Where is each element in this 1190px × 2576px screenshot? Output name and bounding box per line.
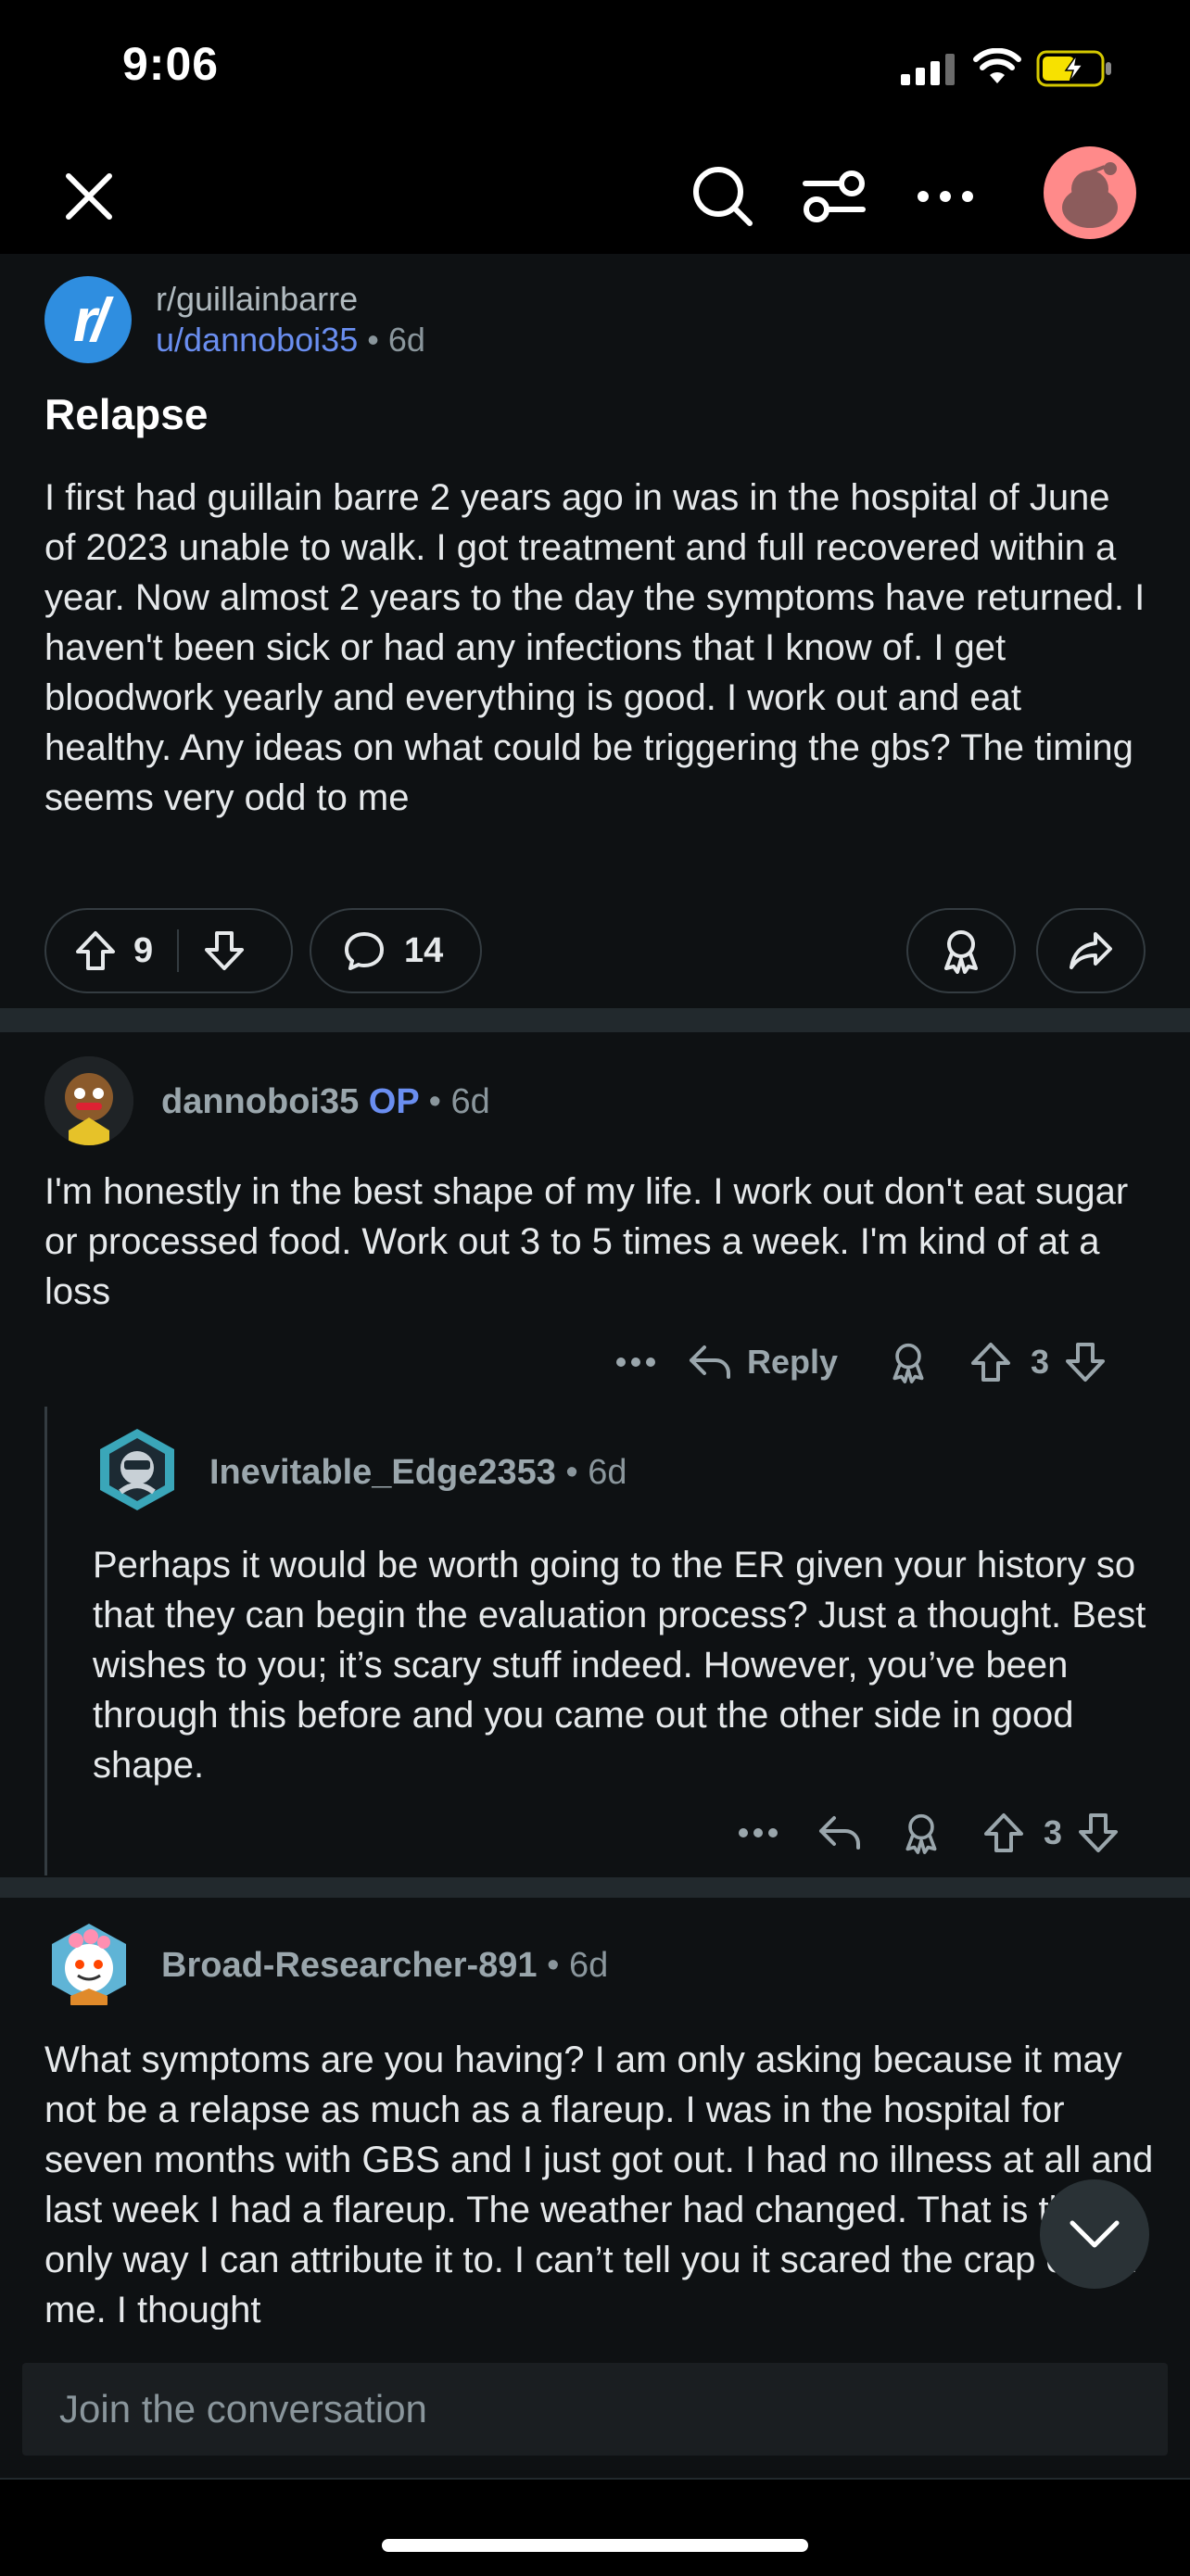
comment-avatar[interactable] bbox=[44, 1920, 133, 2009]
vote-divider bbox=[177, 929, 180, 972]
reply-icon bbox=[690, 1345, 730, 1379]
upvote-icon[interactable] bbox=[969, 1341, 1012, 1383]
meta-separator: • bbox=[565, 1453, 578, 1492]
filter-icon[interactable] bbox=[793, 156, 875, 237]
comment-username[interactable]: dannoboi35 bbox=[161, 1082, 359, 1121]
comment-username-row: dannoboi35 OP • 6d bbox=[161, 1082, 490, 1122]
comment-bubble-icon bbox=[343, 929, 386, 972]
share-icon bbox=[1070, 932, 1112, 969]
post-divider bbox=[0, 1008, 1190, 1032]
upvote-icon[interactable] bbox=[74, 929, 117, 972]
wifi-icon bbox=[973, 47, 1021, 85]
chevron-down-icon bbox=[1070, 2220, 1120, 2248]
more-options-icon[interactable] bbox=[738, 1827, 779, 1838]
comments-button[interactable]: 14 bbox=[310, 908, 482, 993]
post-author[interactable]: u/dannoboi35 bbox=[156, 321, 358, 359]
comment-body: What symptoms are you having? I am only … bbox=[44, 2039, 1154, 2330]
thread-line[interactable] bbox=[44, 1407, 47, 1875]
comment-avatar[interactable] bbox=[93, 1425, 182, 1514]
more-options-icon[interactable] bbox=[615, 1357, 656, 1368]
meta-separator: • bbox=[428, 1082, 441, 1121]
meta-separator: • bbox=[547, 1946, 560, 1985]
award-icon[interactable] bbox=[901, 1811, 942, 1855]
vote-pill: 9 bbox=[44, 908, 293, 993]
comment-body: I'm honestly in the best shape of my lif… bbox=[44, 1171, 1129, 1312]
post-age: 6d bbox=[387, 321, 425, 359]
award-button[interactable] bbox=[906, 908, 1016, 993]
meta-separator: • bbox=[367, 321, 379, 359]
post-body: I first had guillain barre 2 years ago i… bbox=[44, 477, 1146, 818]
comment-username[interactable]: Inevitable_Edge2353 bbox=[209, 1453, 556, 1492]
reply-button[interactable]: Reply bbox=[688, 1343, 838, 1382]
post-title: Relapse bbox=[44, 390, 209, 438]
bottom-bar bbox=[0, 2478, 1190, 2576]
post-meta: u/dannoboi35 • 6d bbox=[156, 321, 425, 360]
join-conversation-input[interactable]: Join the conversation bbox=[22, 2363, 1168, 2456]
post-score: 9 bbox=[133, 930, 154, 970]
comment-body-clip: What symptoms are you having? I am only … bbox=[44, 2035, 1166, 2330]
upvote-icon[interactable] bbox=[982, 1812, 1025, 1854]
comment-count: 14 bbox=[404, 930, 444, 970]
close-icon[interactable] bbox=[48, 156, 130, 237]
battery-charging-icon bbox=[1036, 50, 1114, 87]
reply-icon[interactable] bbox=[817, 1814, 862, 1851]
comment-username[interactable]: Broad-Researcher-891 bbox=[161, 1946, 538, 1985]
award-icon bbox=[944, 930, 978, 974]
reply-label: Reply bbox=[747, 1343, 839, 1381]
comment-age: 6d bbox=[588, 1453, 627, 1492]
comment-score: 3 bbox=[1044, 1813, 1063, 1851]
scroll-down-button[interactable] bbox=[1040, 2179, 1149, 2289]
user-avatar[interactable] bbox=[1044, 146, 1136, 239]
award-icon[interactable] bbox=[888, 1340, 929, 1384]
more-options-icon[interactable] bbox=[905, 156, 986, 237]
search-icon[interactable] bbox=[682, 156, 764, 237]
subreddit-name[interactable]: r/guillainbarre bbox=[156, 280, 358, 319]
home-indicator[interactable] bbox=[382, 2539, 808, 2552]
downvote-icon[interactable] bbox=[1077, 1812, 1120, 1854]
comment-actions: Reply 3 bbox=[615, 1336, 1107, 1388]
status-time: 9:06 bbox=[122, 38, 220, 90]
comment-username-row: Inevitable_Edge2353 • 6d bbox=[209, 1453, 627, 1493]
comment-body: Perhaps it would be worth going to the E… bbox=[93, 1545, 1146, 1786]
downvote-icon[interactable] bbox=[1064, 1341, 1107, 1383]
top-app-bar bbox=[0, 139, 1190, 254]
signal-icon bbox=[901, 54, 956, 85]
comment-avatar[interactable] bbox=[44, 1056, 133, 1145]
op-badge: OP bbox=[368, 1082, 420, 1121]
comment-age: 6d bbox=[450, 1082, 490, 1121]
comment-actions: 3 bbox=[738, 1807, 1120, 1859]
comment-username-row: Broad-Researcher-891 • 6d bbox=[161, 1946, 608, 1986]
subreddit-icon[interactable]: r/ bbox=[44, 276, 132, 363]
share-button[interactable] bbox=[1036, 908, 1146, 993]
comment-age: 6d bbox=[568, 1946, 609, 1985]
comment-divider bbox=[0, 1877, 1190, 1898]
downvote-icon[interactable] bbox=[203, 929, 246, 972]
comment-score: 3 bbox=[1031, 1343, 1050, 1381]
